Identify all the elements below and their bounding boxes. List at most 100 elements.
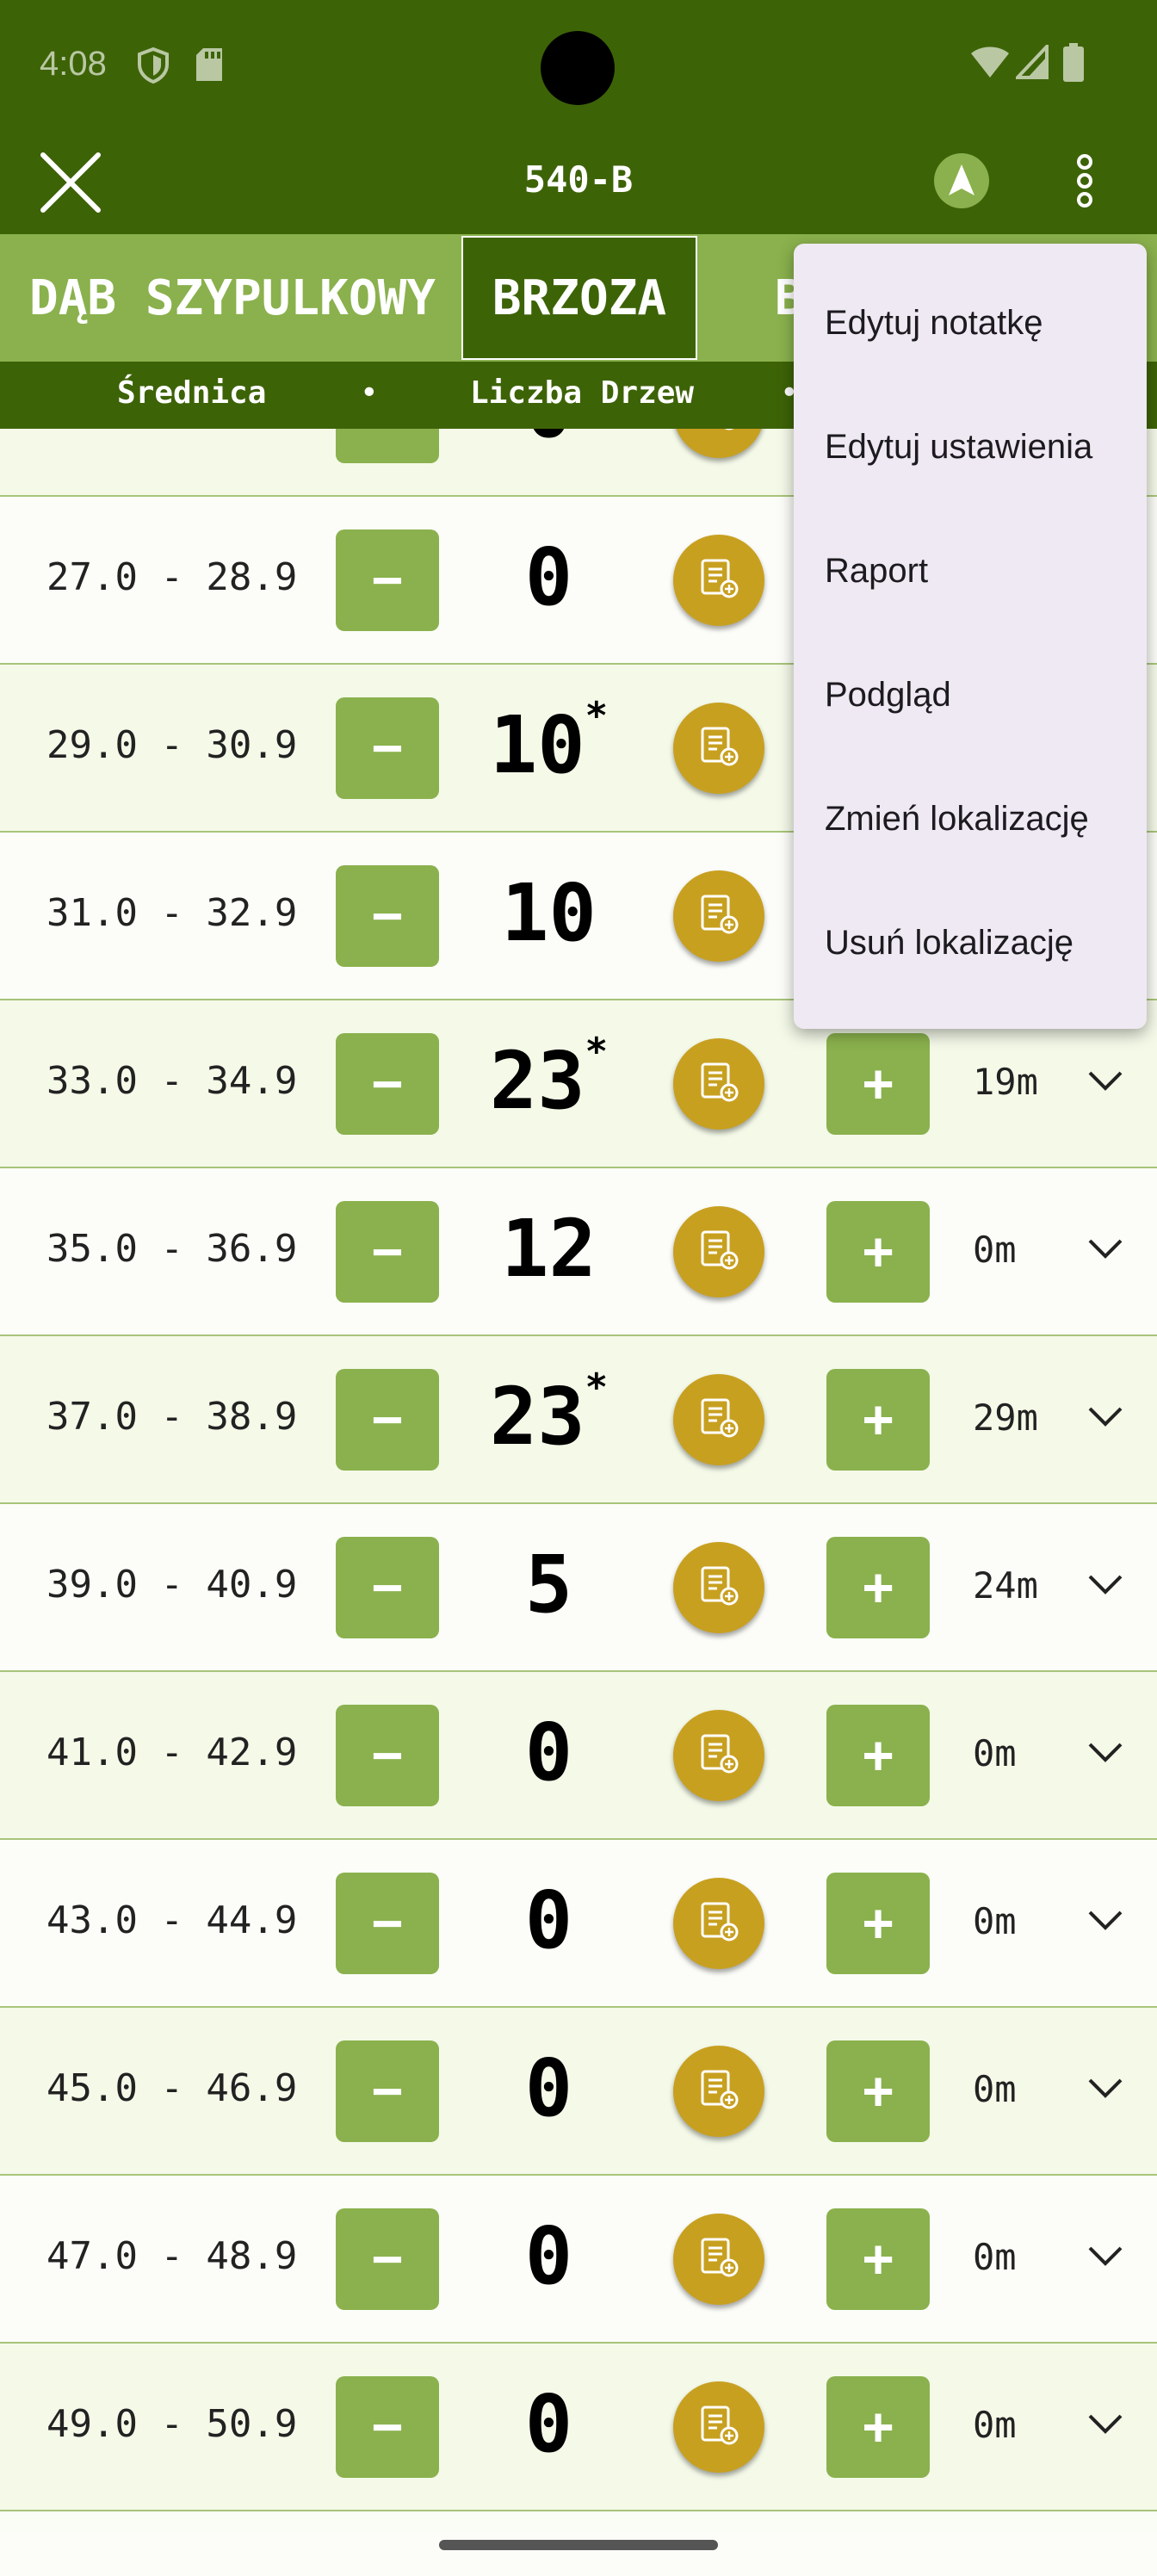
decrement-button[interactable]: −: [336, 429, 439, 463]
table-row: 49.0 - 50.9 − 0 +0m: [0, 2344, 1157, 2511]
add-note-button[interactable]: [673, 1878, 764, 1969]
status-bar: 4:08: [0, 0, 1157, 129]
add-note-button[interactable]: [673, 2214, 764, 2305]
increment-button[interactable]: +: [826, 1369, 930, 1471]
add-note-button[interactable]: [673, 2046, 764, 2137]
minus-icon: −: [371, 1389, 404, 1451]
chevron-down-icon[interactable]: [1086, 1398, 1124, 1436]
decrement-button[interactable]: −: [336, 2208, 439, 2310]
table-row: 43.0 - 44.9 − 0 +0m: [0, 1840, 1157, 2008]
tree-count-value: 23: [489, 1035, 585, 1127]
add-note-button[interactable]: [673, 703, 764, 794]
menu-item-change-location[interactable]: Zmień lokalizację: [825, 800, 1089, 839]
note-add-icon: [696, 892, 741, 941]
increment-button[interactable]: +: [826, 2040, 930, 2142]
chevron-down-icon[interactable]: [1086, 1566, 1124, 1604]
add-note-button[interactable]: [673, 429, 764, 458]
decrement-button[interactable]: −: [336, 2376, 439, 2478]
tab-dab-szypulkowy[interactable]: DĄB SZYPULKOWY: [0, 234, 465, 362]
battery-icon: [1063, 43, 1084, 82]
tree-count: 0: [461, 1874, 637, 1966]
elapsed-time: 0m: [973, 1732, 1017, 1774]
menu-item-edit-note[interactable]: Edytuj notatkę: [825, 304, 1043, 343]
tab-brzoza[interactable]: BRZOZA: [461, 236, 697, 360]
minus-icon: −: [371, 1221, 404, 1283]
add-note-button[interactable]: [673, 1038, 764, 1130]
table-row: 39.0 - 40.9 − 5 +24m: [0, 1504, 1157, 1672]
tree-count-value: 0: [524, 531, 573, 623]
column-separator: •: [360, 375, 379, 411]
chevron-down-icon[interactable]: [1086, 1902, 1124, 1940]
add-note-button[interactable]: [673, 1374, 764, 1465]
modified-marker: *: [585, 1030, 609, 1074]
decrement-button[interactable]: −: [336, 1705, 439, 1806]
increment-button[interactable]: +: [826, 2376, 930, 2478]
decrement-button[interactable]: −: [336, 529, 439, 631]
minus-icon: −: [371, 549, 404, 611]
decrement-button[interactable]: −: [336, 2040, 439, 2142]
modified-marker: *: [585, 694, 609, 738]
camera-cutout: [541, 31, 615, 105]
chevron-down-icon[interactable]: [1086, 2238, 1124, 2276]
signal-icon: [1016, 45, 1049, 79]
decrement-button[interactable]: −: [336, 865, 439, 967]
menu-item-preview[interactable]: Podgląd: [825, 676, 951, 715]
tree-count-value: 23: [489, 1371, 585, 1463]
minus-icon: −: [371, 1725, 404, 1786]
tree-count: 10: [461, 867, 637, 959]
tree-count: 0: [461, 2042, 637, 2134]
decrement-button[interactable]: −: [336, 1537, 439, 1638]
navigation-icon[interactable]: [931, 151, 992, 211]
diameter-range: 29.0 - 30.9: [46, 723, 298, 767]
increment-button[interactable]: +: [826, 1537, 930, 1638]
menu-item-report[interactable]: Raport: [825, 552, 928, 591]
column-diameter: Średnica: [117, 375, 267, 411]
tree-count: 23*: [461, 1365, 637, 1463]
chevron-down-icon[interactable]: [1086, 1230, 1124, 1268]
minus-icon: −: [371, 2060, 404, 2122]
tree-count: 0: [461, 2210, 637, 2302]
more-options-icon[interactable]: [1067, 151, 1102, 211]
increment-button[interactable]: +: [826, 1873, 930, 1974]
gesture-bar[interactable]: [439, 2540, 718, 2550]
bottom-area: [0, 2531, 1157, 2576]
tree-count: 23*: [461, 1030, 637, 1127]
minus-icon: −: [371, 2228, 404, 2290]
note-add-icon: [696, 2235, 741, 2284]
menu-item-delete-location[interactable]: Usuń lokalizację: [825, 924, 1073, 963]
decrement-button[interactable]: −: [336, 1033, 439, 1135]
decrement-button[interactable]: −: [336, 1201, 439, 1303]
elapsed-time: 0m: [973, 2068, 1017, 2110]
elapsed-time: 0m: [973, 1229, 1017, 1271]
decrement-button[interactable]: −: [336, 697, 439, 799]
status-time: 4:08: [40, 45, 107, 83]
plus-icon: +: [862, 2228, 894, 2290]
increment-button[interactable]: +: [826, 1705, 930, 1806]
add-note-button[interactable]: [673, 1206, 764, 1297]
chevron-down-icon[interactable]: [1086, 1734, 1124, 1772]
chevron-down-icon[interactable]: [1086, 2406, 1124, 2443]
tree-count: 12: [461, 1203, 637, 1295]
add-note-button[interactable]: [673, 1710, 764, 1801]
plus-icon: +: [862, 1389, 894, 1451]
add-note-button[interactable]: [673, 1542, 764, 1633]
minus-icon: −: [371, 2396, 404, 2458]
column-tree-count: Liczba Drzew: [470, 375, 695, 411]
chevron-down-icon[interactable]: [1086, 1062, 1124, 1100]
tree-count-value: 0: [524, 2378, 573, 2470]
tree-count-value: 0: [525, 429, 572, 455]
increment-button[interactable]: +: [826, 2208, 930, 2310]
increment-button[interactable]: +: [826, 1033, 930, 1135]
add-note-button[interactable]: [673, 535, 764, 626]
add-note-button[interactable]: [673, 870, 764, 962]
chevron-down-icon[interactable]: [1086, 2070, 1124, 2108]
plus-icon: +: [862, 1053, 894, 1115]
decrement-button[interactable]: −: [336, 1873, 439, 1974]
note-add-icon: [696, 1396, 741, 1445]
increment-button[interactable]: +: [826, 1201, 930, 1303]
add-note-button[interactable]: [673, 2381, 764, 2473]
decrement-button[interactable]: −: [336, 1369, 439, 1471]
menu-item-edit-settings[interactable]: Edytuj ustawienia: [825, 428, 1092, 467]
diameter-range: 33.0 - 34.9: [46, 1059, 298, 1103]
note-add-icon: [696, 429, 741, 437]
